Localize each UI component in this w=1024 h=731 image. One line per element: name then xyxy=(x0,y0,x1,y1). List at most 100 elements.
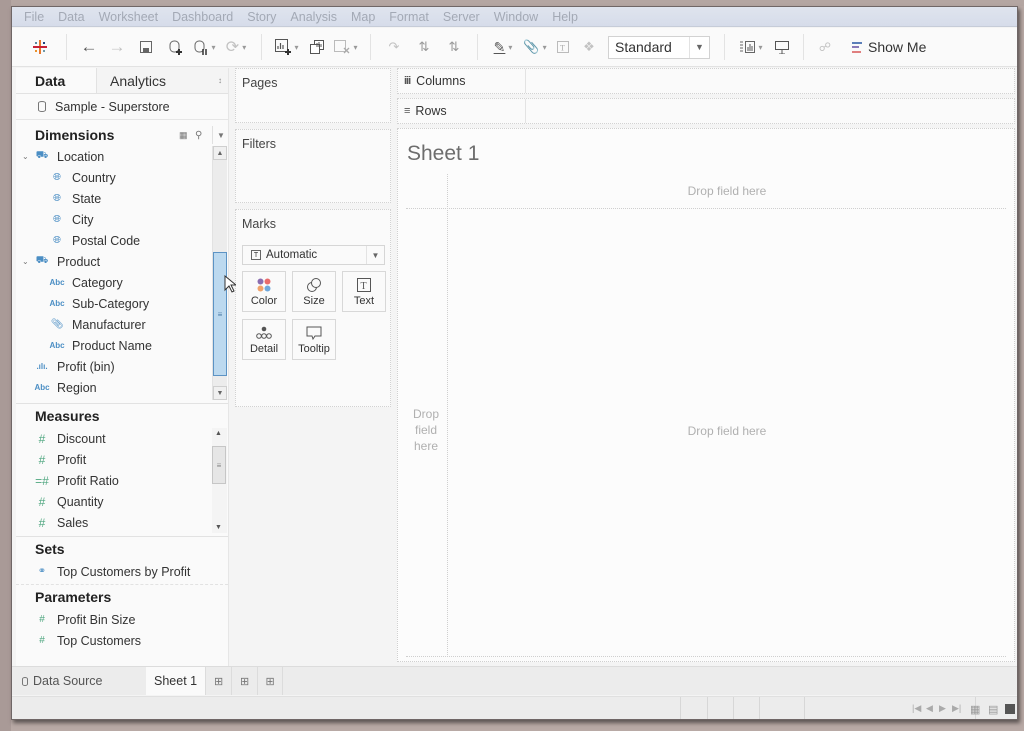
collapse-pane-icon[interactable]: ↕ xyxy=(218,76,222,85)
pause-updates-icon[interactable]: ▾ xyxy=(191,33,219,61)
previous-sheet-icon[interactable]: ◀ xyxy=(926,703,933,714)
view-as-list-icon[interactable]: ▦ xyxy=(179,130,188,141)
new-datasource-icon[interactable] xyxy=(161,33,191,61)
pages-card[interactable]: Pages xyxy=(235,68,391,123)
first-sheet-icon[interactable]: |◀ xyxy=(912,703,921,714)
dimension-item[interactable]: 🌐︎ State xyxy=(16,188,228,209)
measures-scrollbar[interactable]: ▲ ≡ ▼ xyxy=(212,428,227,533)
tab-sheet-1[interactable]: Sheet 1 xyxy=(146,667,206,695)
parameter-item[interactable]: # Profit Bin Size xyxy=(16,609,228,630)
tab-data[interactable]: Data xyxy=(16,68,96,93)
size-button[interactable]: Size xyxy=(292,271,336,312)
drop-zone-view[interactable]: Drop field here xyxy=(447,424,1007,438)
mark-type-value: Automatic xyxy=(266,249,318,261)
chevron-down-icon[interactable]: ⌄ xyxy=(22,257,29,266)
menu-help[interactable]: Help xyxy=(552,10,578,24)
text-button[interactable]: T Text xyxy=(342,271,386,312)
group-members-icon[interactable]: 📎 ▾ xyxy=(520,33,550,61)
dimension-item[interactable]: AbcMeasure Names xyxy=(16,398,228,404)
measure-item[interactable]: # Sales xyxy=(16,512,228,533)
menu-map[interactable]: Map xyxy=(351,10,375,24)
last-sheet-icon[interactable]: ▶| xyxy=(952,703,961,714)
show-cards-icon[interactable]: ▾ xyxy=(733,33,769,61)
menu-format[interactable]: Format xyxy=(389,10,429,24)
measure-item[interactable]: # Discount xyxy=(16,428,228,449)
dimension-item[interactable]: .ılı. Profit (bin) xyxy=(16,356,228,377)
menu-server[interactable]: Server xyxy=(443,10,480,24)
pane-menu-chevron-icon[interactable]: ▼ xyxy=(217,131,225,140)
chevron-down-icon[interactable]: ⌄ xyxy=(22,152,29,161)
measure-item[interactable]: # Quantity xyxy=(16,491,228,512)
redo-icon[interactable]: → xyxy=(103,33,131,61)
tableau-logo-icon[interactable] xyxy=(22,33,58,61)
scroll-thumb[interactable]: ≡ xyxy=(213,252,227,376)
show-me-button[interactable]: Show Me xyxy=(852,39,926,55)
scroll-down-button[interactable]: ▼ xyxy=(213,386,227,400)
measure-item[interactable]: # Profit xyxy=(16,449,228,470)
duplicate-sheet-icon[interactable] xyxy=(304,33,330,61)
dimension-item[interactable]: 📎︎ Manufacturer xyxy=(16,314,228,335)
show-mark-labels-icon[interactable]: T xyxy=(550,33,576,61)
tab-data-source[interactable]: Data Source xyxy=(12,667,146,695)
mark-type-select[interactable]: T Automatic ▼ xyxy=(242,245,385,265)
dimension-item[interactable]: ⌄ ⛟ Product xyxy=(16,251,228,272)
dimension-item[interactable]: Abc Product Name xyxy=(16,335,228,356)
new-worksheet-tab-icon[interactable]: ⊞ xyxy=(205,667,231,695)
filters-card[interactable]: Filters xyxy=(235,129,391,203)
tooltip-button[interactable]: Tooltip xyxy=(292,319,336,360)
show-tabs-icon[interactable] xyxy=(1005,704,1015,714)
menu-analysis[interactable]: Analysis xyxy=(290,10,337,24)
menu-worksheet[interactable]: Worksheet xyxy=(99,10,159,24)
dimension-item[interactable]: 🌐︎ Postal Code xyxy=(16,230,228,251)
drop-zone-rows[interactable]: Drop field here xyxy=(406,406,446,454)
menu-story[interactable]: Story xyxy=(247,10,276,24)
clear-sheet-icon[interactable]: ▾ xyxy=(330,33,362,61)
dimension-item[interactable]: ⌄ ⛟ Location xyxy=(16,146,228,167)
menu-file[interactable]: File xyxy=(24,10,44,24)
highlight-icon[interactable]: ✎ ▾ xyxy=(486,33,520,61)
fix-axes-icon[interactable]: ❖ xyxy=(576,33,602,61)
new-dashboard-tab-icon[interactable]: ⊞ xyxy=(231,667,257,695)
fit-select[interactable]: Standard ▼ xyxy=(608,35,710,59)
menu-data[interactable]: Data xyxy=(58,10,84,24)
toolbar-separator xyxy=(66,34,67,60)
menu-dashboard[interactable]: Dashboard xyxy=(172,10,233,24)
scroll-up-button[interactable]: ▲ xyxy=(215,430,222,437)
dimensions-scrollbar[interactable]: ▲ ≡ ▼ xyxy=(212,146,227,400)
set-item[interactable]: ⚭ Top Customers by Profit xyxy=(16,561,228,582)
undo-icon[interactable]: ← xyxy=(75,33,103,61)
dimension-item[interactable]: Abc Sub-Category xyxy=(16,293,228,314)
sort-ascending-icon[interactable]: ⇅ xyxy=(409,33,439,61)
scroll-thumb[interactable]: ≡ xyxy=(212,446,226,484)
data-source-item[interactable]: Sample - Superstore xyxy=(16,94,228,120)
dimension-item[interactable]: Abc Category xyxy=(16,272,228,293)
parameter-item[interactable]: # Top Customers xyxy=(16,630,228,651)
columns-shelf[interactable]: iii Columns xyxy=(397,68,1015,94)
save-icon[interactable] xyxy=(131,33,161,61)
dimension-label: Measure Names xyxy=(57,402,149,404)
sort-descending-icon[interactable]: ⇅ xyxy=(439,33,469,61)
scroll-down-button[interactable]: ▼ xyxy=(215,524,222,531)
share-icon[interactable]: ☍ xyxy=(812,33,838,61)
dimension-item[interactable]: 🌐︎ City xyxy=(16,209,228,230)
next-sheet-icon[interactable]: ▶ xyxy=(939,703,946,714)
drop-zone-columns[interactable]: Drop field here xyxy=(447,184,1007,198)
color-button[interactable]: Color xyxy=(242,271,286,312)
search-icon[interactable]: ⚲ xyxy=(195,130,202,141)
refresh-icon[interactable]: ⟳ ▾ xyxy=(219,33,253,61)
detail-button[interactable]: Detail xyxy=(242,319,286,360)
scroll-up-button[interactable]: ▲ xyxy=(213,146,227,160)
presentation-mode-icon[interactable] xyxy=(769,33,795,61)
menu-window[interactable]: Window xyxy=(494,10,538,24)
tab-analytics[interactable]: Analytics ↕ xyxy=(96,68,228,93)
rows-shelf[interactable]: ≡ Rows xyxy=(397,98,1015,124)
dimension-item[interactable]: 🌐︎ Country xyxy=(16,167,228,188)
show-filmstrip-icon[interactable]: ▤ xyxy=(988,703,998,716)
new-story-tab-icon[interactable]: ⊞ xyxy=(257,667,284,695)
swap-rows-columns-icon[interactable]: ↷ xyxy=(379,33,409,61)
new-worksheet-icon[interactable]: ▾ xyxy=(270,33,304,61)
show-sheet-sorter-icon[interactable]: ▦ xyxy=(970,703,980,716)
sheet-title[interactable]: Sheet 1 xyxy=(407,142,479,166)
dimension-item[interactable]: Abc Region xyxy=(16,377,228,398)
measure-item[interactable]: =# Profit Ratio xyxy=(16,470,228,491)
